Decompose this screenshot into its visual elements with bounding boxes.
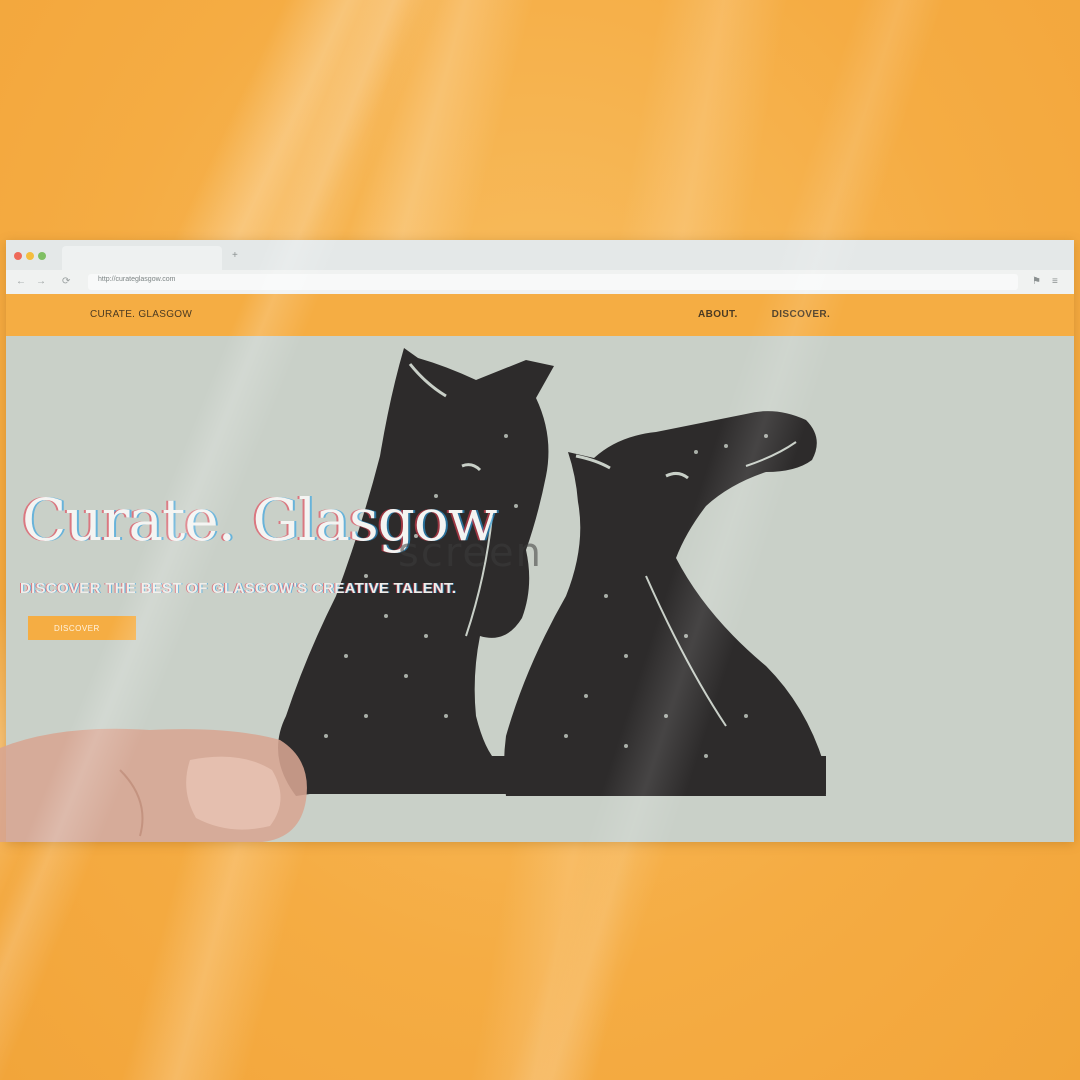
- maximize-window-button[interactable]: [38, 252, 46, 260]
- hero-overlay-text: screen: [398, 530, 543, 576]
- browser-toolbar: ← → ⟳ http://curateglasgow.com ⚑ ≡: [6, 270, 1074, 295]
- browser-tab[interactable]: [62, 246, 222, 270]
- address-bar[interactable]: http://curateglasgow.com: [88, 274, 1018, 290]
- arrow-right-icon[interactable]: →: [36, 276, 46, 287]
- window-controls: [14, 252, 46, 260]
- extension-icon[interactable]: ⚑: [1032, 276, 1041, 287]
- plus-icon[interactable]: +: [232, 250, 238, 261]
- arrow-left-icon[interactable]: ←: [16, 276, 26, 287]
- menu-icon[interactable]: ≡: [1052, 276, 1058, 287]
- url-text: http://curateglasgow.com: [98, 276, 176, 283]
- illustration-base: [306, 756, 826, 794]
- tab-bar: +: [6, 240, 1074, 270]
- discover-button[interactable]: DISCOVER: [28, 616, 136, 640]
- right-horse-head: [504, 411, 826, 796]
- minimize-window-button[interactable]: [26, 252, 34, 260]
- hero-section: Curate. Glasgow screen DISCOVER THE BEST…: [6, 336, 1074, 842]
- nav-discover-link[interactable]: DISCOVER.: [772, 309, 831, 320]
- site-brand-link[interactable]: CURATE. GLASGOW: [90, 309, 192, 320]
- site-nav: ABOUT. DISCOVER.: [698, 309, 830, 320]
- nav-about-link[interactable]: ABOUT.: [698, 309, 738, 320]
- reload-icon[interactable]: ⟳: [62, 276, 70, 287]
- browser-window: + ← → ⟳ http://curateglasgow.com ⚑ ≡ CUR…: [6, 240, 1074, 842]
- hero-subtitle: DISCOVER THE BEST OF GLASGOW'S CREATIVE …: [20, 580, 457, 597]
- site-header: CURATE. GLASGOW ABOUT. DISCOVER.: [6, 294, 1074, 336]
- close-window-button[interactable]: [14, 252, 22, 260]
